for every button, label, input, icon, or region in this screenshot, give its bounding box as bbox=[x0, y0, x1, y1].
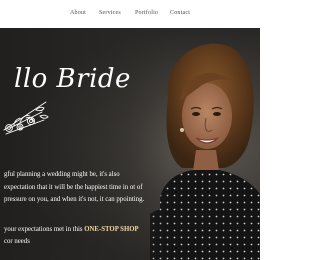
main-nav: About Services Portfolio Contact bbox=[0, 0, 260, 28]
tagline-text-end: cor needs bbox=[4, 238, 30, 245]
nav-link-portfolio[interactable]: Portfolio bbox=[135, 10, 158, 16]
floral-flourish-icon bbox=[3, 101, 49, 135]
tagline-highlight: ONE-STOP SHOP bbox=[84, 226, 139, 233]
hero-tagline: your expectations met in this ONE-STOP S… bbox=[4, 224, 154, 248]
tagline-text-start: your expectations met in this bbox=[4, 226, 85, 233]
hero-section: llo Bride gful planning a wedding might … bbox=[0, 28, 260, 260]
nav-link-services[interactable]: Services bbox=[99, 10, 121, 16]
nav-link-about[interactable]: About bbox=[70, 10, 86, 16]
hero-intro-paragraph: gful planning a wedding might be, it's a… bbox=[4, 171, 145, 203]
nav-link-contact[interactable]: Contact bbox=[170, 10, 190, 16]
top-navigation-bar: About Services Portfolio Contact bbox=[0, 0, 260, 28]
brand-title: llo Bride bbox=[14, 64, 131, 94]
